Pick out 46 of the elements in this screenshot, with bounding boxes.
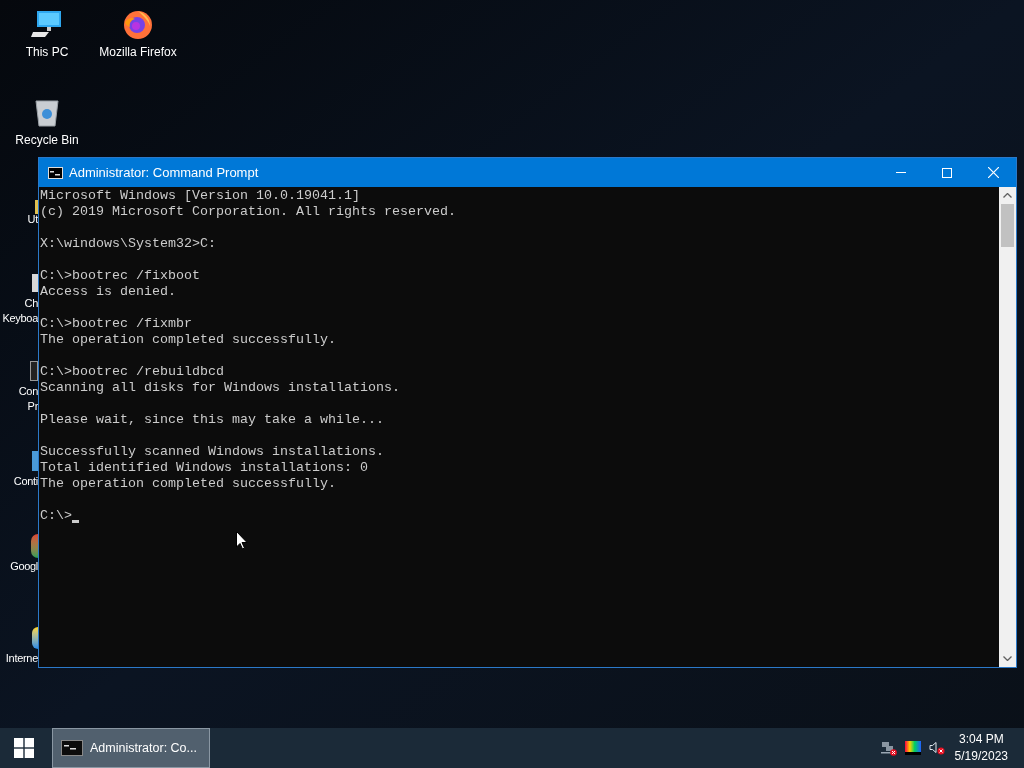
computer-icon <box>31 10 63 40</box>
console-line: C:\>bootrec /fixboot <box>40 268 201 284</box>
scroll-down-icon[interactable] <box>1003 656 1012 661</box>
console-line: Successfully scanned Windows installations. <box>40 444 385 460</box>
icon-label[interactable]: Recycle Bin <box>15 133 79 148</box>
speaker-muted-icon[interactable] <box>928 741 945 755</box>
text-cursor <box>72 520 79 523</box>
console-line: Access is denied. <box>40 284 177 300</box>
icon-label[interactable]: Con <box>18 384 38 399</box>
icon-label[interactable]: Ch <box>24 296 38 311</box>
console-prompt: C:\> <box>40 508 72 524</box>
clock-date: 5/19/2023 <box>954 748 1008 765</box>
network-error-icon[interactable] <box>880 740 897 756</box>
console-line: Please wait, since this may take a while... <box>40 412 385 428</box>
close-icon <box>987 167 999 178</box>
window-title: Administrator: Command Prompt <box>69 163 259 182</box>
clock-time: 3:04 PM <box>958 731 1004 748</box>
icon-label[interactable]: Ut <box>27 212 38 227</box>
icon-label[interactable]: Pr <box>27 399 38 414</box>
console-line: Total identified Windows installations: 0 <box>40 460 369 476</box>
icon-label[interactable]: Googl <box>10 559 38 574</box>
windows-logo-icon <box>14 738 34 758</box>
scroll-thumb[interactable] <box>1001 204 1014 247</box>
console-line: Scanning all disks for Windows installations. <box>40 380 401 396</box>
icon-label[interactable]: Mozilla Firefox <box>99 45 177 60</box>
console-line: Microsoft Windows [Version 10.0.19041.1] <box>40 188 361 204</box>
console-line: (c) 2019 Microsoft Corporation. All rights reserved. <box>40 204 457 220</box>
minimize-icon <box>896 172 906 173</box>
console-line: X:\windows\System32>C: <box>40 236 217 252</box>
icon-label[interactable]: Keyboa <box>2 311 38 326</box>
console-line: C:\>bootrec /rebuildbcd <box>40 364 225 380</box>
clock[interactable]: 3:04 PM 5/19/2023 <box>954 731 1008 765</box>
taskbar-button[interactable]: Administrator: Co... <box>52 728 210 768</box>
icon-label[interactable]: Interne <box>5 651 38 666</box>
console-line: C:\>bootrec /fixmbr <box>40 316 193 332</box>
icon-label[interactable]: Conti <box>13 474 38 489</box>
console-line: The operation completed successfully. <box>40 476 337 492</box>
recycle-bin-icon <box>34 98 60 128</box>
mouse-pointer-icon <box>236 531 248 550</box>
firefox-icon <box>122 8 154 40</box>
scroll-up-icon[interactable] <box>1003 193 1012 198</box>
maximize-icon <box>942 167 952 178</box>
console-line: The operation completed successfully. <box>40 332 337 348</box>
scrollbar[interactable] <box>999 187 1016 667</box>
display-icon[interactable] <box>904 741 921 755</box>
icon-label[interactable]: This PC <box>25 45 69 60</box>
